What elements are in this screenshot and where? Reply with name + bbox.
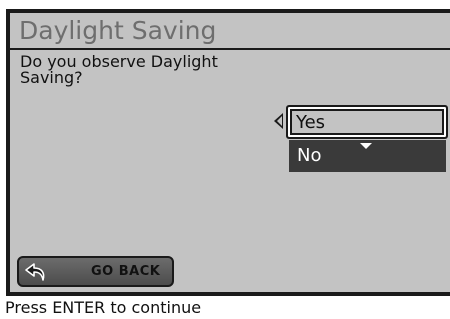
chevron-left-icon[interactable] [274,113,283,129]
go-back-button[interactable]: GO BACK [17,256,174,287]
footer-hint: Press ENTER to continue [5,298,202,317]
device-screen: Daylight Saving Do you observe Daylight … [6,9,450,296]
title-bar: Daylight Saving [10,13,450,50]
chevron-down-icon[interactable] [360,143,372,149]
option-yes-label: Yes [296,112,326,133]
question-text: Do you observe Daylight Saving? [20,54,280,86]
screen-title: Daylight Saving [19,16,217,45]
question-line-2: Saving? [20,68,83,87]
back-arrow-icon [25,263,45,281]
option-no[interactable]: No [289,140,446,172]
option-yes[interactable]: Yes [286,105,448,139]
option-no-label: No [297,145,322,166]
go-back-label: GO BACK [91,264,161,279]
